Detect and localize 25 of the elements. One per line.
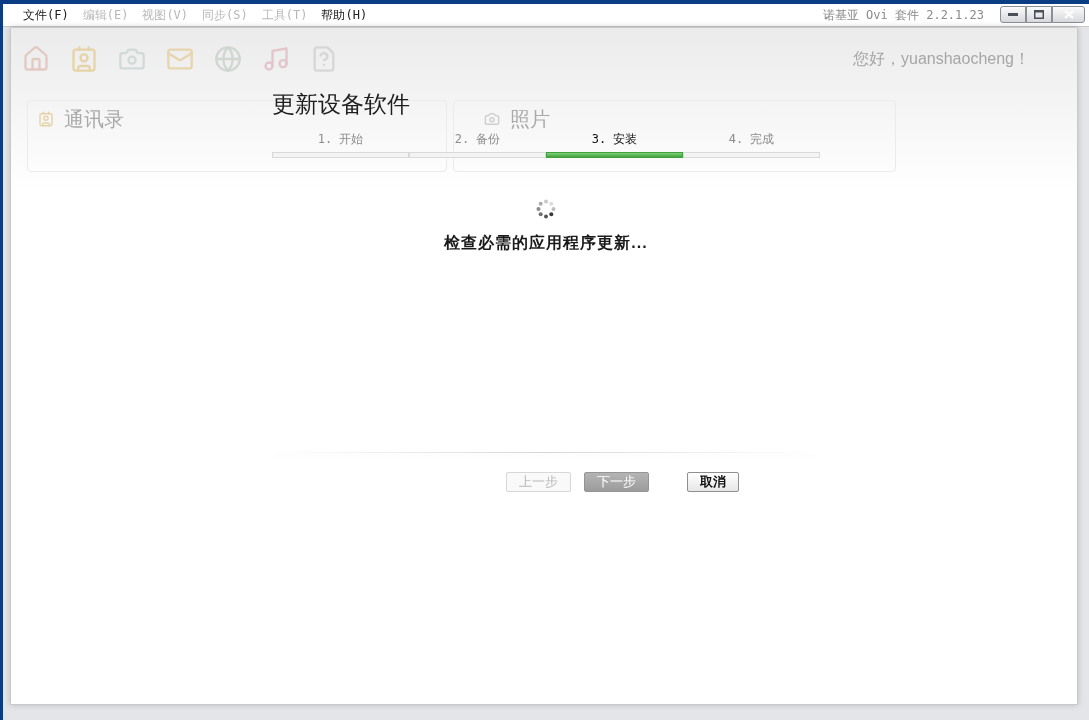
maximize-icon [1034,9,1044,19]
globe-icon [214,45,242,73]
step-label: 2. 备份 [454,131,501,147]
status-message: 检查必需的应用程序更新... [444,233,648,253]
panel-title: 通讯录 [64,107,124,131]
minimize-icon [1008,12,1018,16]
menu-item[interactable]: 帮助(H) [314,5,375,25]
home-icon [22,45,50,73]
maximize-button[interactable] [1026,5,1052,23]
minimize-button[interactable] [1000,5,1026,23]
contact-card-icon [38,111,54,127]
window-title: 诺基亚 Ovi 套件 2.2.1.23 [822,7,984,23]
step-label: 3. 安装 [591,131,638,147]
step-label: 4. 完成 [728,131,775,147]
loading-spinner-icon [536,199,556,219]
greeting-text: 您好，yuanshaocheng！ [853,49,1030,69]
menu-item[interactable]: 文件(F) [16,5,76,25]
close-icon [1063,9,1074,19]
step-label: 1. 开始 [317,131,364,147]
panel-title: 照片 [510,107,550,131]
camera-icon [484,111,500,127]
cancel-button[interactable]: 取消 [687,472,739,492]
contact-card-icon [70,45,98,73]
dialog-title: 更新设备软件 [272,90,410,119]
music-note-icon [262,45,290,73]
